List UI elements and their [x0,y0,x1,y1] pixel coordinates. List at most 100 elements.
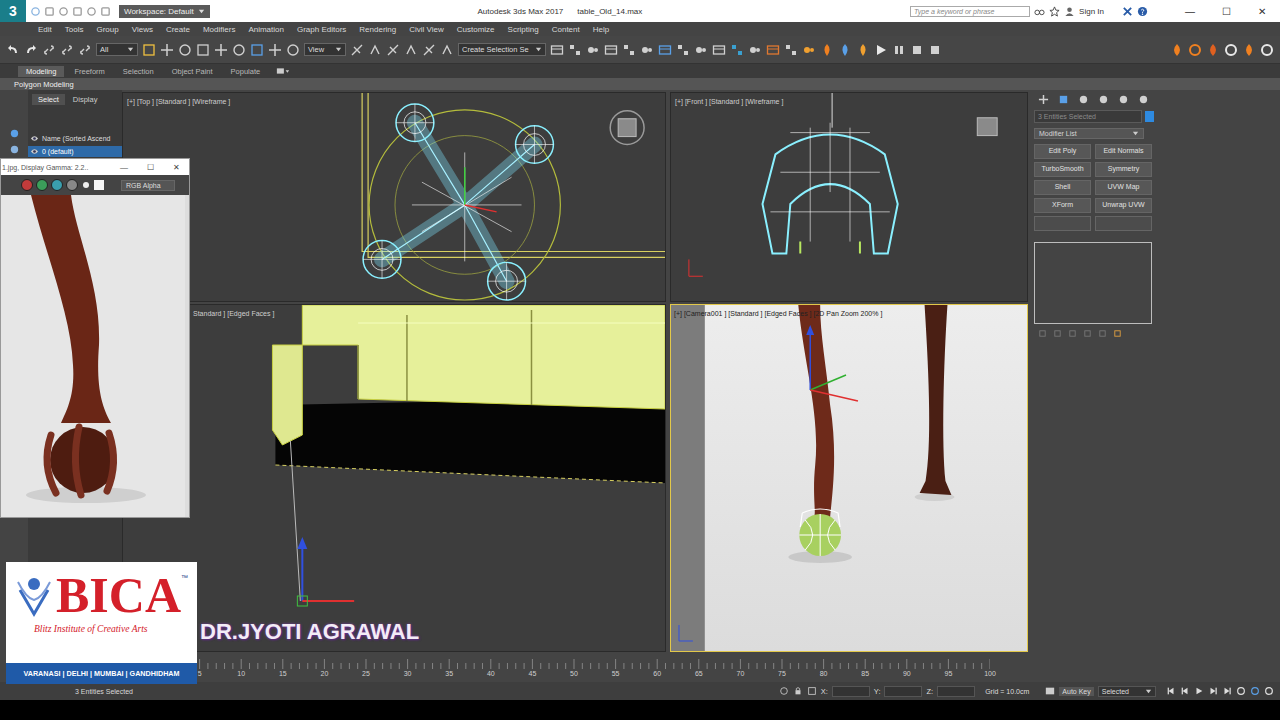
snap-icon[interactable] [386,43,400,57]
clear-button[interactable] [94,180,104,190]
ribbon-tab[interactable]: Populate [223,66,269,77]
viewport-label[interactable]: Standard ] [Edged Faces ] [193,310,274,317]
tool-icon[interactable] [78,43,92,57]
tool-icon[interactable] [586,43,600,57]
command-tab-icon[interactable] [1058,94,1069,105]
scene-explorer-tab[interactable]: Display [67,94,104,105]
modifier-button[interactable]: UVW Map [1095,180,1152,195]
tool-icon[interactable] [658,43,672,57]
viewport[interactable]: [+] [Front ] [Standard ] [Wireframe ] [670,92,1028,302]
empty-modifier-button[interactable] [1034,216,1091,231]
transform-mode-icon[interactable] [807,686,817,696]
named-selection-dropdown[interactable]: Create Selection Se [458,43,546,56]
render-icon[interactable] [928,43,942,57]
stack-tool-icon[interactable] [1038,329,1047,338]
menu-item[interactable]: Create [166,25,190,34]
channel-toggle[interactable] [51,179,63,191]
navigation-icon[interactable] [1236,686,1246,696]
modifier-button[interactable]: Shell [1034,180,1091,195]
quick-access-icon[interactable] [44,6,55,17]
tool-icon[interactable] [178,43,192,57]
snap-icon[interactable] [422,43,436,57]
command-tab-icon[interactable] [1098,94,1109,105]
app-icon[interactable]: 3 [0,0,26,22]
mono-toggle[interactable] [83,182,89,188]
snap-icon[interactable] [368,43,382,57]
tool-icon[interactable] [268,43,282,57]
user-icon[interactable] [1064,6,1075,17]
ribbon-tab[interactable]: Freeform [66,66,112,77]
alpha-toggle[interactable] [66,179,78,191]
viewport-label[interactable]: [+] [Front ] [Standard ] [Wireframe ] [675,98,783,105]
modifier-button[interactable]: Symmetry [1095,162,1152,177]
menu-item[interactable]: Graph Editors [297,25,346,34]
ribbon-tab[interactable]: Modeling [18,66,64,77]
command-tab-icon[interactable] [1038,94,1049,105]
ribbon-tab[interactable]: Selection [115,66,162,77]
explorer-tool-icon[interactable] [9,128,20,139]
ribbon-options-icon[interactable] [276,67,290,75]
window-control-button[interactable]: ✕ [163,163,189,172]
modifier-button[interactable]: Unwrap UVW [1095,198,1152,213]
navigation-icon[interactable] [1250,686,1260,696]
search-field[interactable]: Type a keyword or phrase [910,6,1030,17]
command-tab-icon[interactable] [1078,94,1089,105]
workspace-dropdown[interactable]: Workspace: Default [119,5,210,18]
help-icon[interactable] [1137,6,1148,17]
quick-access-icon[interactable] [58,6,69,17]
modifier-button[interactable]: Edit Poly [1034,144,1091,159]
window-control-button[interactable]: — [1172,6,1208,17]
viewport[interactable]: Standard ] [Edged Faces ] [122,304,666,652]
tool-icon[interactable] [160,43,174,57]
menu-item[interactable]: Content [552,25,580,34]
channel-toggle[interactable] [36,179,48,191]
modifier-stack[interactable] [1034,242,1152,324]
tool-icon[interactable] [286,43,300,57]
reference-coordinate-dropdown[interactable]: View [304,43,346,56]
playback-icon[interactable] [1194,686,1204,696]
window-control-button[interactable]: — [111,163,137,172]
tool-icon[interactable] [214,43,228,57]
tool-icon[interactable] [232,43,246,57]
tool-icon[interactable] [784,43,798,57]
stack-tool-icon[interactable] [1098,329,1107,338]
tool-icon[interactable] [550,43,564,57]
window-control-button[interactable]: ☐ [137,163,163,172]
coordinate-field[interactable] [884,686,922,697]
key-filter-dropdown[interactable]: Selected [1098,686,1156,697]
ribbon-tab[interactable]: Object Paint [164,66,221,77]
star-icon[interactable] [1049,6,1060,17]
quick-access-icon[interactable] [72,6,83,17]
tool-icon[interactable] [6,43,20,57]
snap-icon[interactable] [440,43,454,57]
tool-icon[interactable] [60,43,74,57]
viewport-label[interactable]: [+] [Top ] [Standard ] [Wireframe ] [127,98,230,105]
object-color-swatch[interactable] [1145,111,1154,122]
quick-access-icon[interactable] [100,6,111,17]
object-name-field[interactable]: 3 Entities Selected [1034,110,1142,123]
menu-item[interactable]: Edit [38,25,52,34]
menu-item[interactable]: Animation [248,25,284,34]
stack-tool-icon[interactable] [1068,329,1077,338]
menu-item[interactable]: Customize [457,25,495,34]
scene-explorer-row[interactable]: 0 (default) [28,146,122,157]
snap-icon[interactable] [404,43,418,57]
window-control-button[interactable]: ✕ [1244,6,1280,17]
command-tab-icon[interactable] [1118,94,1129,105]
render-icon[interactable] [892,43,906,57]
render-icon[interactable] [838,43,852,57]
binoculars-icon[interactable] [1034,6,1045,17]
playback-icon[interactable] [1222,686,1232,696]
quick-access-icon[interactable] [86,6,97,17]
lock-icon[interactable] [793,686,803,696]
tool-icon[interactable] [568,43,582,57]
tool-icon[interactable] [802,43,816,57]
modifier-list-dropdown[interactable]: Modifier List [1034,128,1144,139]
isolate-icon[interactable] [779,686,789,696]
tool-icon[interactable] [622,43,636,57]
empty-modifier-button[interactable] [1095,216,1152,231]
key-icon[interactable] [1045,686,1055,696]
modifier-button[interactable]: TurboSmooth [1034,162,1091,177]
render-icon[interactable] [1206,43,1220,57]
snap-icon[interactable] [350,43,364,57]
